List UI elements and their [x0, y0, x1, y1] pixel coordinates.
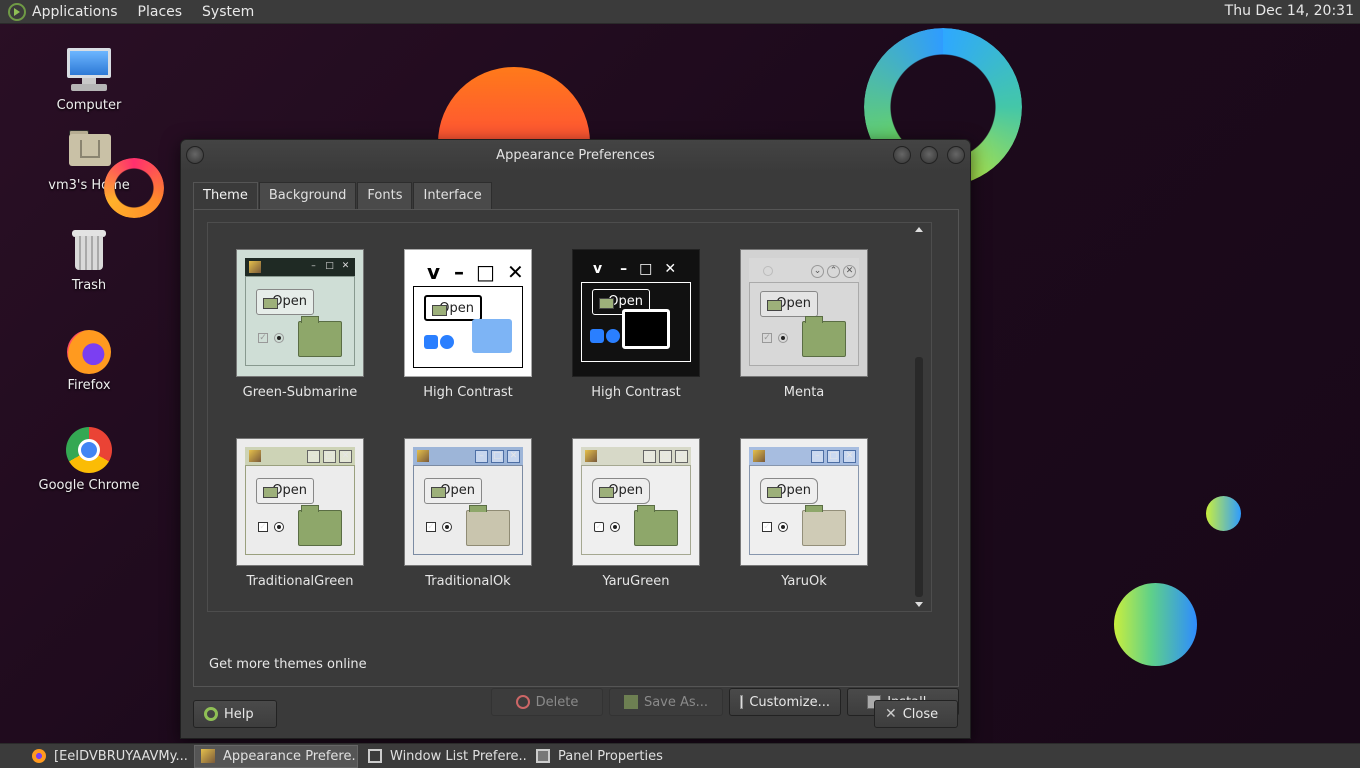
- theme-list[interactable]: – □ ✕ Open ✓ Green-Submarine v – □ ✕ Ope…: [207, 222, 932, 612]
- help-icon: [204, 707, 218, 721]
- window-titlebar[interactable]: Appearance Preferences: [181, 140, 970, 172]
- thumb-open-button: Open: [424, 295, 482, 321]
- window-list-icon: [368, 749, 382, 763]
- save-icon: [623, 695, 638, 709]
- wallpaper-dot-decoration: [1114, 583, 1197, 666]
- tab-fonts[interactable]: Fonts: [357, 182, 413, 209]
- scroll-down-icon[interactable]: [915, 602, 923, 607]
- desktop-icon-label: Trash: [71, 278, 107, 293]
- theme-name: High Contrast: [591, 385, 681, 400]
- minimize-button[interactable]: [893, 146, 911, 164]
- thumb-open-button: Open: [256, 478, 314, 504]
- customize-button[interactable]: Customize...: [729, 688, 841, 716]
- theme-item[interactable]: – □ ✕ Open ✓ Green-Submarine: [216, 249, 384, 400]
- theme-thumbnail: v – □ ✕ Open: [572, 249, 700, 377]
- desktop-icon-label: Computer: [56, 98, 122, 113]
- window-close-button[interactable]: [947, 146, 965, 164]
- trash-icon: [65, 226, 113, 274]
- desktop-icon-computer[interactable]: Computer: [34, 46, 144, 113]
- appearance-preferences-window: Appearance Preferences Theme Background …: [180, 139, 971, 739]
- theme-thumbnail: v – □ ✕ Open: [404, 249, 532, 377]
- firefox-icon: [65, 326, 113, 374]
- theme-item[interactable]: – □ ✕ Open ✓ TraditionalOk: [384, 438, 552, 589]
- theme-item[interactable]: v – □ ✕ Open High Contrast: [552, 249, 720, 400]
- theme-thumbnail: ⌄ ⌃ ✕ Open ✓: [740, 249, 868, 377]
- thumb-titlebar: – □ ✕: [245, 258, 355, 276]
- theme-name: Green-Submarine: [242, 385, 358, 400]
- tab-bar: Theme Background Fonts Interface: [193, 182, 493, 209]
- top-panel: Applications Places System Thu Dec 14, 2…: [0, 0, 1360, 24]
- theme-item[interactable]: – □ ✕ Open ✓ YaruGreen: [552, 438, 720, 589]
- thumb-open-button: Open: [256, 289, 314, 315]
- wallpaper-ring-decoration: [104, 158, 164, 218]
- desktop-icon-chrome[interactable]: Google Chrome: [34, 426, 144, 493]
- panel-icon: [536, 749, 550, 763]
- task-panel-properties[interactable]: Panel Properties: [530, 745, 694, 768]
- thumb-titlebar: – □ ✕: [245, 447, 355, 465]
- theme-thumbnail: – □ ✕ Open ✓: [740, 438, 868, 566]
- desktop-icon-label: Firefox: [67, 378, 111, 393]
- delete-button[interactable]: Delete: [491, 688, 603, 716]
- thumb-open-button: Open: [424, 478, 482, 504]
- tab-interface[interactable]: Interface: [413, 182, 492, 209]
- close-icon: ✕: [885, 706, 897, 722]
- task-window-list-preferences[interactable]: Window List Prefere...: [362, 745, 526, 768]
- distro-logo-icon[interactable]: [8, 2, 26, 21]
- close-button[interactable]: ✕ Close: [874, 700, 958, 728]
- theme-thumbnail: – □ ✕ Open ✓: [404, 438, 532, 566]
- scroll-up-icon[interactable]: [915, 227, 923, 232]
- theme-item[interactable]: – □ ✕ Open ✓ YaruOk: [720, 438, 888, 589]
- maximize-button[interactable]: [920, 146, 938, 164]
- theme-name: TraditionalGreen: [246, 574, 354, 589]
- computer-icon: [65, 46, 113, 94]
- thumb-titlebar: v – □ ✕: [581, 258, 691, 280]
- firefox-icon: [32, 749, 46, 763]
- save-as-button[interactable]: Save As...: [609, 688, 723, 716]
- theme-name: YaruGreen: [602, 574, 670, 589]
- menu-places[interactable]: Places: [138, 4, 183, 20]
- desktop-icon-label: Google Chrome: [38, 478, 140, 493]
- theme-name: YaruOk: [781, 574, 827, 589]
- edit-icon: [740, 695, 744, 709]
- chrome-icon: [65, 426, 113, 474]
- task-appearance-preferences[interactable]: Appearance Prefere...: [194, 744, 358, 768]
- theme-item[interactable]: v – □ ✕ Open High Contrast: [384, 249, 552, 400]
- get-more-themes-link[interactable]: Get more themes online: [209, 657, 367, 672]
- wallpaper-dot-decoration: [1206, 496, 1241, 531]
- scroll-thumb[interactable]: [915, 357, 923, 597]
- menu-system[interactable]: System: [202, 4, 254, 20]
- theme-name: Menta: [783, 385, 825, 400]
- tab-background[interactable]: Background: [258, 182, 357, 209]
- theme-item[interactable]: – □ ✕ Open ✓ TraditionalGreen: [216, 438, 384, 589]
- task-firefox[interactable]: [EeIDVBRUYAAVMy...: [26, 745, 190, 768]
- thumb-open-button: Open: [760, 291, 818, 317]
- thumb-open-button: Open: [592, 478, 650, 504]
- theme-name: High Contrast: [423, 385, 513, 400]
- theme-thumbnail: – □ ✕ Open ✓: [572, 438, 700, 566]
- clock[interactable]: Thu Dec 14, 20:31: [1225, 3, 1354, 19]
- thumb-titlebar: v – □ ✕: [413, 258, 524, 286]
- theme-thumbnail: – □ ✕ Open ✓: [236, 249, 364, 377]
- appearance-icon: [201, 749, 215, 763]
- desktop-icon-firefox[interactable]: Firefox: [34, 326, 144, 393]
- thumb-titlebar: ⌄ ⌃ ✕: [749, 258, 859, 284]
- thumb-titlebar: – □ ✕: [413, 447, 523, 465]
- theme-name: TraditionalOk: [425, 574, 511, 589]
- help-button[interactable]: Help: [193, 700, 277, 728]
- tab-theme[interactable]: Theme: [193, 182, 258, 209]
- desktop-icon-trash[interactable]: Trash: [34, 226, 144, 293]
- menu-applications[interactable]: Applications: [32, 4, 118, 20]
- window-menu-button[interactable]: [186, 146, 204, 164]
- theme-thumbnail: – □ ✕ Open ✓: [236, 438, 364, 566]
- thumb-titlebar: – □ ✕: [749, 447, 859, 465]
- theme-list-scrollbar[interactable]: [911, 223, 925, 611]
- delete-icon: [515, 695, 530, 709]
- theme-tab-panel: – □ ✕ Open ✓ Green-Submarine v – □ ✕ Ope…: [193, 209, 959, 716]
- thumb-titlebar: – □ ✕: [581, 447, 691, 465]
- taskbar: [EeIDVBRUYAAVMy... Appearance Prefere...…: [0, 743, 1360, 768]
- theme-item[interactable]: ⌄ ⌃ ✕ Open ✓ Menta: [720, 249, 888, 400]
- window-title: Appearance Preferences: [496, 148, 655, 163]
- thumb-open-button: Open: [760, 478, 818, 504]
- home-folder-icon: [65, 126, 113, 174]
